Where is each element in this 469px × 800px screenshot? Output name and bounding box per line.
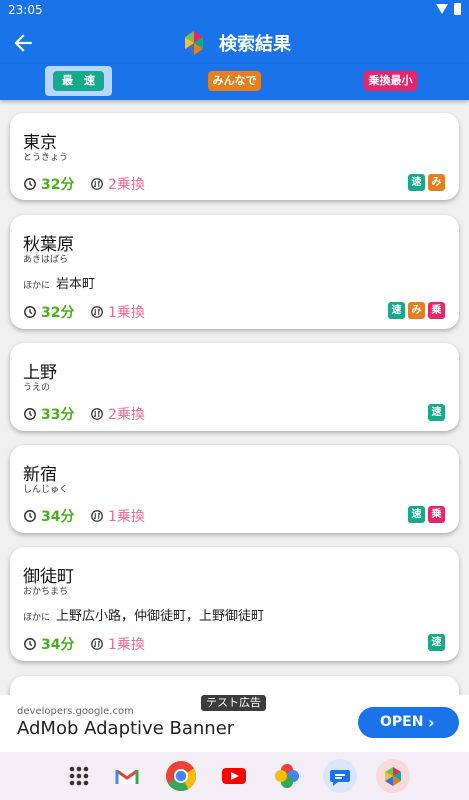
messages-icon[interactable]: [323, 759, 357, 793]
travel-time: 33分: [23, 404, 74, 424]
transfer-icon: [91, 408, 103, 420]
transfers-value: 2乗換: [108, 407, 145, 423]
transfers-value: 1乗換: [108, 509, 145, 525]
result-card[interactable]: 東京 とうきょう 32分 2乗換 速 み: [10, 113, 459, 200]
station-kana: しんじゅく: [23, 485, 69, 495]
clock-icon: [24, 638, 36, 650]
travel-time: 32分: [23, 302, 74, 322]
page-title: 検索結果: [219, 34, 291, 55]
time-value: 34分: [41, 509, 75, 525]
time-value: 32分: [41, 305, 75, 321]
travel-time: 32分: [23, 174, 74, 194]
ad-url: developers.google.com: [17, 706, 134, 717]
station-kana: とうきょう: [23, 153, 69, 163]
badge-fastest: 速: [408, 506, 425, 523]
battery-icon: [454, 3, 461, 15]
time-value: 34分: [41, 637, 75, 653]
chevron-right-icon: ›: [428, 713, 435, 732]
status-icons: [436, 3, 461, 15]
photos-icon[interactable]: [270, 759, 304, 793]
title-group: 検索結果: [179, 28, 291, 58]
tab-fastest[interactable]: 最 速: [53, 71, 104, 91]
transfer-count: 1乗換: [90, 634, 145, 654]
other-prefix: ほかに: [23, 281, 51, 291]
transfer-icon: [91, 638, 103, 650]
app-bar: 検索結果: [0, 22, 469, 64]
transfers-value: 1乗換: [108, 637, 145, 653]
transfer-count: 2乗換: [90, 404, 145, 424]
transfer-count: 1乗換: [90, 506, 145, 526]
transfer-icon: [91, 510, 103, 522]
ad-test-label: テスト広告: [201, 695, 266, 711]
ad-banner[interactable]: テスト広告 developers.google.com AdMob Adapti…: [0, 695, 469, 752]
status-time: 23:05: [8, 3, 43, 17]
clock-icon: [24, 178, 36, 190]
sort-tabs: 最 速 みんなで 乗換最小: [0, 64, 469, 100]
travel-time: 34分: [23, 634, 74, 654]
route-badges: 速 み: [408, 174, 445, 191]
time-value: 32分: [41, 177, 75, 193]
transfer-icon: [91, 178, 103, 190]
result-card[interactable]: 上野 うえの 33分 2乗換 速: [10, 343, 459, 431]
app-dock: [0, 752, 469, 800]
route-badges: 速 乗: [408, 506, 445, 523]
ad-open-button[interactable]: OPEN ›: [358, 707, 459, 738]
other-stations: ほかに 岩本町: [23, 273, 95, 292]
youtube-icon[interactable]: [217, 759, 251, 793]
wifi-icon: [436, 4, 448, 14]
travel-time: 34分: [23, 506, 74, 526]
badge-fastest: 速: [388, 302, 405, 319]
station-kana: おかちまち: [23, 587, 69, 597]
badge-fewest-transfers: 乗: [428, 506, 445, 523]
gmail-icon[interactable]: [110, 759, 144, 793]
tab-fewest-transfers[interactable]: 乗換最小: [364, 71, 417, 91]
badge-fastest: 速: [428, 634, 445, 651]
clock-icon: [24, 408, 36, 420]
badge-fastest: 速: [408, 174, 425, 191]
result-card[interactable]: 秋葉原 あきはばら ほかに 岩本町 32分 1乗換 速 み 乗: [10, 215, 459, 329]
other-stations-text: 岩本町: [56, 277, 96, 292]
clock-icon: [24, 510, 36, 522]
apps-grid-icon[interactable]: [62, 759, 96, 793]
transfers-value: 1乗換: [108, 305, 145, 321]
back-arrow-icon[interactable]: [10, 30, 36, 56]
time-value: 33分: [41, 407, 75, 423]
chrome-icon[interactable]: [164, 759, 198, 793]
route-badges: 速: [428, 634, 445, 651]
result-card[interactable]: 新宿 しんじゅく 34分 1乗換 速 乗: [10, 445, 459, 533]
route-app-icon[interactable]: [376, 759, 410, 793]
other-prefix: ほかに: [23, 613, 51, 623]
transfer-count: 1乗換: [90, 302, 145, 322]
other-stations: ほかに 上野広小路，仲御徒町，上野御徒町: [23, 605, 264, 624]
station-kana: あきはばら: [23, 255, 69, 265]
transfers-value: 2乗換: [108, 177, 145, 193]
station-kana: うえの: [23, 383, 51, 393]
other-stations-text: 上野広小路，仲御徒町，上野御徒町: [56, 609, 265, 624]
badge-fewest-transfers: 乗: [428, 302, 445, 319]
transfer-icon: [91, 306, 103, 318]
route-badges: 速: [428, 404, 445, 421]
clock-icon: [24, 306, 36, 318]
route-badges: 速 み 乗: [388, 302, 445, 319]
transfer-count: 2乗換: [90, 174, 145, 194]
result-card[interactable]: 御徒町 おかちまち ほかに 上野広小路，仲御徒町，上野御徒町 34分 1乗換 速: [10, 547, 459, 661]
badge-together: み: [428, 174, 445, 191]
results-list[interactable]: 東京 とうきょう 32分 2乗換 速 み 秋葉原 あきはばら ほかに 岩本町 32…: [0, 100, 469, 695]
app-logo-icon: [185, 31, 203, 55]
tab-together[interactable]: みんなで: [208, 71, 261, 91]
badge-together: み: [408, 302, 425, 319]
status-bar: 23:05: [0, 0, 469, 22]
ad-open-label: OPEN: [380, 714, 424, 730]
ad-title: AdMob Adaptive Banner: [17, 718, 235, 739]
result-card-partial[interactable]: [10, 676, 459, 695]
badge-fastest: 速: [428, 404, 445, 421]
